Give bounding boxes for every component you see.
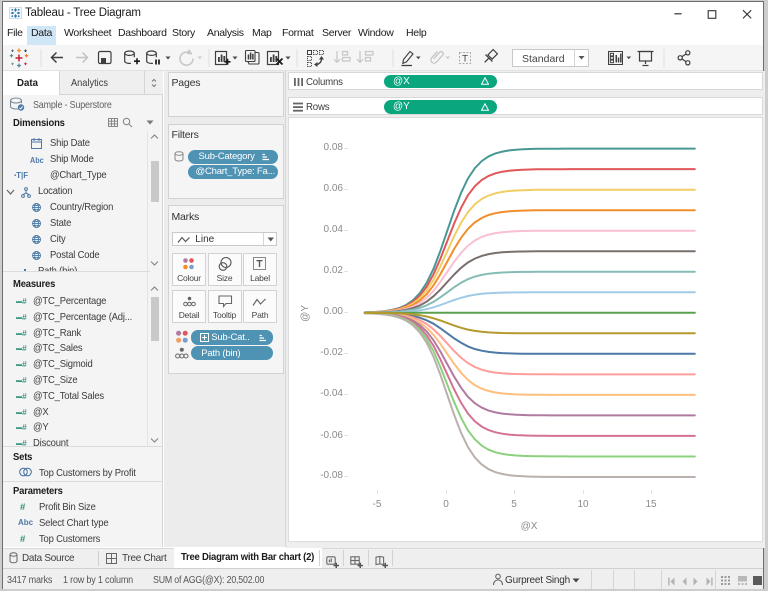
svg-text:Standard: Standard: [522, 53, 565, 65]
svg-text:T: T: [462, 54, 468, 65]
